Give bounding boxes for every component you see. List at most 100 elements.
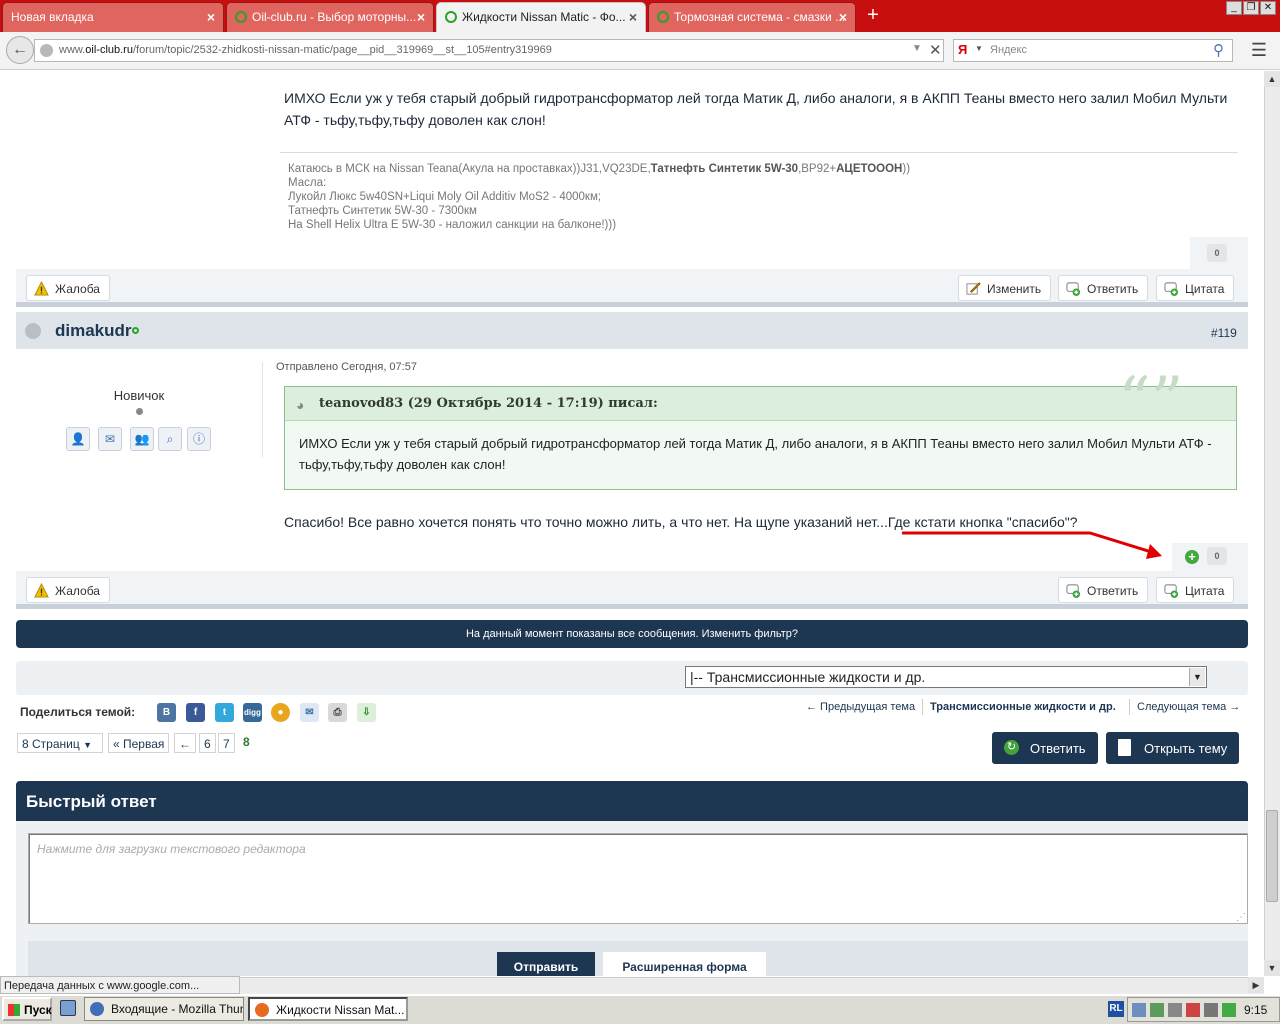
url-path: /forum/topic/2532-zhidkosti-nissan-matic… — [132, 44, 552, 56]
select-arrow-icon[interactable]: ▼ — [1189, 668, 1205, 686]
forum-jump-select[interactable]: |-- Трансмиссионные жидкости и др. ▼ — [685, 666, 1207, 688]
language-indicator[interactable]: RL — [1108, 1001, 1124, 1017]
quote-block: teanovod83 (29 Октябрь 2014 - 17:19) пис… — [284, 386, 1237, 490]
status-bar: Передача данных с www.google.com... — [0, 976, 240, 994]
reply-icon — [1066, 282, 1081, 296]
new-topic-icon — [1118, 739, 1131, 756]
quick-launch-icon[interactable] — [60, 1000, 76, 1016]
scroll-down-icon[interactable]: ▼ — [1264, 960, 1280, 976]
scroll-right-icon[interactable]: ▶ — [1248, 977, 1264, 993]
close-tab-icon[interactable]: × — [839, 9, 847, 25]
task-thunderbird[interactable]: Входящие - Mozilla Thun... — [84, 997, 244, 1021]
quote-text: ИМХО Если уж у тебя старый добрый гидрот… — [299, 436, 1212, 472]
back-arrow-icon[interactable]: ← — [6, 36, 34, 64]
volume-icon[interactable] — [1204, 1003, 1218, 1017]
search-icon[interactable]: ⚲ — [1213, 41, 1224, 59]
info-icon[interactable]: ⓘ — [187, 427, 211, 451]
thunderbird-icon — [90, 1002, 104, 1016]
tab-new-tab[interactable]: Новая вкладка × — [2, 2, 224, 32]
url-prefix: www. — [59, 44, 86, 56]
report-button[interactable]: Жалоба — [26, 275, 110, 301]
tab-title: Жидкости Nissan Matic - Фо... — [462, 10, 626, 24]
tray-icon[interactable] — [1222, 1003, 1236, 1017]
send-button[interactable]: Отправить — [497, 952, 595, 976]
restore-icon[interactable]: ❐ — [1243, 1, 1259, 15]
reply-icon — [1066, 584, 1081, 598]
close-window-icon[interactable]: ✕ — [1260, 1, 1276, 15]
pages-dropdown[interactable]: 8 Страниц ▼ — [17, 733, 103, 753]
page-6-link[interactable]: 6 — [199, 733, 216, 753]
previous-topic-link[interactable]: ← Предыдущая тема — [806, 701, 915, 713]
quote-header: teanovod83 (29 Октябрь 2014 - 17:19) пис… — [285, 387, 1236, 421]
email-icon[interactable]: ✉ — [300, 703, 319, 722]
profile-icon[interactable]: 👤 — [66, 427, 90, 451]
quote-button[interactable]: Цитата — [1156, 275, 1235, 301]
author-name-link[interactable]: dimakudr — [55, 321, 132, 341]
view-posts-icon[interactable]: ⌕ — [158, 427, 182, 451]
tab-brake-system[interactable]: Тормозная система - смазки ... × — [648, 2, 856, 32]
stop-icon[interactable]: ✕ — [929, 41, 942, 59]
new-tab-plus-icon[interactable]: + — [862, 4, 884, 28]
close-tab-icon[interactable]: × — [417, 9, 425, 25]
warning-icon — [34, 281, 49, 296]
first-page-link[interactable]: « Первая — [108, 733, 170, 753]
tray-icon[interactable] — [1150, 1003, 1164, 1017]
url-domain: oil-club.ru — [85, 44, 133, 56]
reply-button[interactable]: Ответить — [1058, 275, 1149, 301]
globe-icon — [40, 44, 53, 57]
tab-title: Тормозная система - смазки ... — [674, 10, 846, 24]
quote-button[interactable]: Цитата — [1156, 577, 1235, 603]
twitter-icon[interactable]: t — [215, 703, 234, 722]
reply-topic-button[interactable]: ↻ Ответить — [992, 732, 1098, 764]
filter-bar[interactable]: На данный момент показаны все сообщения.… — [16, 620, 1248, 648]
close-tab-icon[interactable]: × — [629, 9, 637, 25]
vkontakte-icon[interactable]: B — [157, 703, 176, 722]
warning-icon — [34, 583, 49, 598]
buzz-icon[interactable]: ● — [271, 703, 290, 722]
quote-arrow-icon[interactable]: ◕ — [296, 397, 304, 413]
quick-reply-editor[interactable]: Нажмите для загрузки текстового редактор… — [28, 833, 1248, 924]
share-label: Поделиться темой: — [20, 705, 136, 719]
page-7-link[interactable]: 7 — [218, 733, 235, 753]
minimize-icon[interactable]: _ — [1226, 1, 1242, 15]
thanks-plus-icon[interactable]: + — [1185, 550, 1199, 564]
task-firefox[interactable]: Жидкости Nissan Mat... — [248, 997, 408, 1021]
scroll-up-icon[interactable]: ▲ — [1264, 71, 1280, 87]
reputation-count: 0 — [1207, 244, 1227, 262]
reply-icon: ↻ — [1004, 740, 1019, 755]
tab-oil-club[interactable]: Oil-club.ru - Выбор моторны... × — [226, 2, 434, 32]
reputation-count: 0 — [1207, 547, 1227, 565]
post-author-bar — [16, 312, 1248, 349]
post-number-link[interactable]: #119 — [1211, 326, 1237, 340]
advanced-form-button[interactable]: Расширенная форма — [603, 952, 766, 976]
scroll-thumb[interactable] — [1266, 810, 1278, 902]
current-forum-link[interactable]: Трансмиссионные жидкости и др. — [930, 701, 1116, 713]
antivirus-icon[interactable] — [1186, 1003, 1200, 1017]
network-icon[interactable] — [1168, 1003, 1182, 1017]
tab-nissan-matic[interactable]: Жидкости Nissan Matic - Фо... × — [436, 2, 646, 32]
reply-button[interactable]: Ответить — [1058, 577, 1149, 603]
tray-icon[interactable] — [1132, 1003, 1146, 1017]
print-icon[interactable]: ⎙ — [328, 703, 347, 722]
next-topic-link[interactable]: Следующая тема → — [1137, 701, 1240, 713]
address-bar[interactable]: www.oil-club.ru/forum/topic/2532-zhidkos… — [34, 39, 944, 62]
close-tab-icon[interactable]: × — [207, 9, 215, 25]
menu-icon[interactable]: ☰ — [1248, 40, 1270, 60]
resize-handle-icon[interactable]: ⋰ — [1236, 912, 1246, 923]
edit-button[interactable]: Изменить — [958, 275, 1052, 301]
start-button[interactable]: Пуск — [2, 997, 52, 1021]
previous-page-link[interactable]: ← — [174, 733, 196, 753]
quote-mark-icon: “” — [1118, 364, 1184, 438]
add-friend-icon[interactable]: 👥 — [130, 427, 154, 451]
facebook-icon[interactable]: f — [186, 703, 205, 722]
message-icon[interactable]: ✉ — [98, 427, 122, 451]
engine-dropdown-icon[interactable]: ▼ — [975, 44, 983, 53]
dropdown-arrow-icon[interactable]: ▼ — [912, 43, 922, 54]
chevron-down-icon: ▼ — [83, 740, 92, 750]
digg-icon[interactable]: digg — [243, 703, 262, 722]
search-input[interactable]: Яндекс — [953, 39, 1233, 62]
report-button[interactable]: Жалоба — [26, 577, 110, 603]
open-topic-button[interactable]: Открыть тему — [1106, 732, 1240, 764]
quote-icon — [1164, 282, 1179, 296]
download-icon[interactable]: ⇩ — [357, 703, 376, 722]
